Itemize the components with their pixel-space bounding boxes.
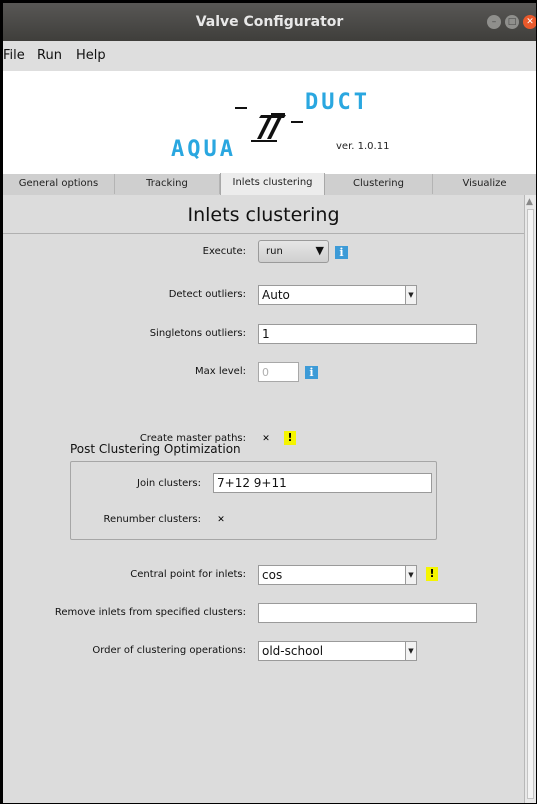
dropdown-arrow-icon: ▼ — [405, 566, 416, 584]
create-master-paths-warning-icon: ! — [284, 431, 296, 445]
minimize-button[interactable]: – — [487, 15, 501, 29]
logo-graphic — [235, 107, 303, 142]
singletons-outliers-input[interactable]: 1 — [258, 324, 477, 344]
execute-label: Execute: — [202, 246, 246, 257]
create-master-paths-checkbox[interactable]: ✕ — [261, 434, 271, 444]
renumber-clusters-label: Renumber clusters: — [103, 514, 201, 525]
logo-duct-text: DUCT — [305, 90, 370, 115]
logo-area: DUCT AQUA ver. 1.0.11 — [3, 71, 536, 174]
detect-outliers-select[interactable]: Auto ▼ — [258, 285, 417, 305]
dropdown-arrow-icon: ▼ — [405, 642, 416, 660]
order-ops-select[interactable]: old-school ▼ — [258, 641, 417, 661]
remove-inlets-input[interactable] — [258, 603, 477, 623]
logo-aqua-text: AQUA — [171, 137, 236, 162]
order-ops-label: Order of clustering operations: — [92, 645, 246, 656]
scroll-thumb[interactable] — [527, 209, 534, 799]
tab-tracking[interactable]: Tracking — [115, 174, 220, 194]
execute-value: run — [266, 246, 283, 257]
app-window: Valve Configurator – □ ✕ File Run Help D… — [3, 3, 536, 803]
max-level-value: 0 — [262, 366, 269, 379]
menu-run[interactable]: Run — [37, 48, 62, 63]
join-clusters-label: Join clusters: — [137, 478, 201, 489]
singletons-outliers-value: 1 — [262, 327, 270, 341]
menu-file[interactable]: File — [3, 48, 25, 63]
maximize-button[interactable]: □ — [505, 15, 519, 29]
central-point-warning-icon: ! — [426, 567, 438, 581]
dropdown-arrow-icon: ▼ — [315, 244, 324, 257]
central-point-value: cos — [262, 568, 283, 582]
page-title: Inlets clustering — [187, 204, 340, 226]
detect-outliers-value: Auto — [262, 288, 290, 302]
tab-content: Inlets clustering Execute: run ▼ i Detec… — [3, 195, 524, 803]
max-level-label: Max level: — [194, 366, 246, 377]
order-ops-value: old-school — [262, 644, 324, 658]
menu-help[interactable]: Help — [76, 48, 106, 63]
dropdown-arrow-icon: ▼ — [405, 286, 416, 304]
tab-clustering[interactable]: Clustering — [325, 174, 433, 194]
detect-outliers-label: Detect outliers: — [168, 289, 246, 300]
max-level-info-icon[interactable]: i — [305, 366, 318, 379]
vertical-scrollbar[interactable]: ▲ — [524, 195, 536, 803]
title-divider — [3, 233, 524, 234]
join-clusters-input[interactable]: 7+12 9+11 — [213, 473, 432, 493]
post-clustering-groupbox: Join clusters: 7+12 9+11 Renumber cluste… — [70, 461, 437, 540]
close-button[interactable]: ✕ — [523, 15, 536, 29]
execute-combo[interactable]: run ▼ — [258, 240, 329, 263]
title-bar[interactable]: Valve Configurator – □ ✕ — [3, 3, 536, 41]
central-point-label: Central point for inlets: — [130, 569, 246, 580]
remove-inlets-label: Remove inlets from specified clusters: — [54, 607, 246, 618]
tab-inlets-clustering[interactable]: Inlets clustering — [220, 173, 325, 195]
tab-general-options[interactable]: General options — [3, 174, 115, 194]
version-label: ver. 1.0.11 — [336, 141, 390, 152]
join-clusters-value: 7+12 9+11 — [217, 476, 287, 490]
menu-bar: File Run Help — [3, 41, 536, 71]
tab-visualize[interactable]: Visualize — [433, 174, 536, 194]
renumber-clusters-checkbox[interactable]: ✕ — [216, 515, 226, 525]
singletons-outliers-label: Singletons outliers: — [149, 328, 246, 339]
post-clustering-title: Post Clustering Optimization — [70, 442, 241, 456]
tab-bar: General options Tracking Inlets clusteri… — [3, 173, 536, 196]
window-title: Valve Configurator — [195, 14, 344, 30]
scroll-up-icon[interactable]: ▲ — [526, 197, 533, 207]
execute-info-icon[interactable]: i — [335, 246, 348, 259]
central-point-select[interactable]: cos ▼ — [258, 565, 417, 585]
max-level-spinner[interactable]: 0 — [258, 362, 299, 382]
